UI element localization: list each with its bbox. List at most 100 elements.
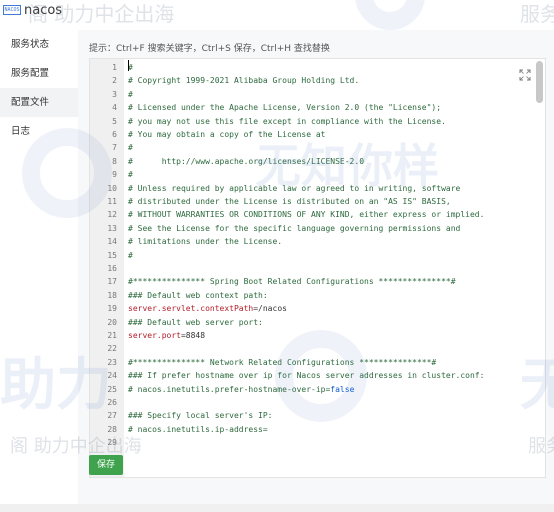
line-text: # nacos.inetutils.ip-address= xyxy=(128,424,268,434)
config-key: server.servlet.contextPath xyxy=(128,304,254,314)
line-number: 5 xyxy=(112,116,117,126)
sidebar-item-service-config[interactable]: 服务配置 xyxy=(0,59,78,88)
code-line: 26 xyxy=(90,396,510,409)
line-text: # See the License for the specific langu… xyxy=(128,223,461,233)
line-text: ### Specify local server's IP: xyxy=(128,411,273,421)
line-number: 9 xyxy=(112,170,117,180)
code-line: 5 # you may not use this file except in c… xyxy=(90,115,510,128)
code-line: 18 ### Default web context path: xyxy=(90,289,510,302)
scrollbar-thumb[interactable] xyxy=(536,61,543,103)
line-number: 17 xyxy=(107,277,117,287)
line-number: 3 xyxy=(112,89,117,99)
code-line: 24 ### If prefer hostname over ip for Nac… xyxy=(90,369,510,382)
code-line: 19 server.servlet.contextPath=/nacos xyxy=(90,302,510,315)
line-text: # xyxy=(128,250,133,260)
line-number: 2 xyxy=(112,76,117,86)
sidebar-item-config-file[interactable]: 配置文件 xyxy=(0,88,78,117)
line-code: ### If prefer hostname over ip for Nacos… xyxy=(128,369,484,382)
line-code: # xyxy=(128,141,133,154)
code-editor[interactable]: 1 #2 # Copyright 1999-2021 Alibaba Group H… xyxy=(89,58,546,478)
code-line: 14 # limitations under the License. xyxy=(90,235,510,248)
sidebar-item-service-status[interactable]: 服务状态 xyxy=(0,30,78,59)
line-code: # xyxy=(128,88,133,101)
line-number: 16 xyxy=(107,264,117,273)
line-text: ### Default web server port: xyxy=(128,317,263,327)
line-text: ### If prefer hostname over ip for Nacos… xyxy=(128,371,485,381)
line-code: ### Specify local server's IP: xyxy=(128,409,273,422)
line-number: 15 xyxy=(107,250,117,260)
line-number: 10 xyxy=(107,183,117,193)
code-line: 13 # See the License for the specific lan… xyxy=(90,222,510,235)
line-number: 6 xyxy=(112,130,117,139)
code-line: 25 # nacos.inetutils.prefer-hostname-over… xyxy=(90,383,510,396)
line-number: 12 xyxy=(107,210,117,220)
code-line: 4 # Licensed under the Apache License, Ve… xyxy=(90,101,510,114)
line-text: # limitations under the License. xyxy=(128,237,283,247)
save-button[interactable]: 保存 xyxy=(89,455,123,475)
code-line: 7 # xyxy=(90,141,510,154)
line-number: 23 xyxy=(107,357,117,367)
comment-text: # nacos.inetutils.prefer-hostname-over-i… xyxy=(128,384,331,394)
line-code: ### Default web server port: xyxy=(128,316,263,329)
line-number: 27 xyxy=(107,411,117,421)
sidebar: 服务状态 服务配置 配置文件 日志 xyxy=(0,30,78,512)
app-logo-text: nacos xyxy=(24,3,63,18)
line-code: server.port=8848 xyxy=(128,329,205,342)
line-text: # xyxy=(128,143,133,153)
code-line: 15 # xyxy=(90,249,510,262)
line-number: 14 xyxy=(107,237,117,247)
line-code: # WITHOUT WARRANTIES OR CONDITIONS OF AN… xyxy=(128,208,484,221)
line-code: # limitations under the License. xyxy=(128,235,282,248)
code-line: 2 # Copyright 1999-2021 Alibaba Group Hol… xyxy=(90,74,510,87)
line-text: # xyxy=(128,89,133,99)
code-line: 21 server.port=8848 xyxy=(90,329,510,342)
line-code: # Copyright 1999-2021 Alibaba Group Hold… xyxy=(128,74,359,87)
line-code: # http://www.apache.org/licenses/LICENSE… xyxy=(128,155,364,168)
editor-scrollbar[interactable] xyxy=(536,61,543,477)
code-line: 1 # xyxy=(90,61,510,74)
expand-icon[interactable] xyxy=(519,69,531,81)
editor-hint: 提示：Ctrl+F 搜索关键字，Ctrl+S 保存，Ctrl+H 查找替换 xyxy=(89,44,330,54)
line-text: # you may not use this file except in co… xyxy=(128,116,446,126)
code-line: 23 #*************** Network Related Confi… xyxy=(90,356,510,369)
sidebar-item-logs[interactable]: 日志 xyxy=(0,117,78,146)
config-value: =8848 xyxy=(180,331,206,340)
line-number: 21 xyxy=(107,331,117,340)
line-number: 28 xyxy=(107,424,117,434)
horizontal-scroll-track[interactable] xyxy=(0,504,554,512)
line-number: 13 xyxy=(107,223,117,233)
code-line: 22 xyxy=(90,342,510,355)
line-code: ### Default web context path: xyxy=(128,289,268,302)
line-code: # Licensed under the Apache License, Ver… xyxy=(128,101,441,114)
nacos-logo-icon: NACOS xyxy=(3,5,21,15)
line-text: #*************** Spring Boot Related Con… xyxy=(128,277,456,287)
line-code: # nacos.inetutils.ip-address= xyxy=(128,423,268,436)
text-cursor xyxy=(128,60,129,71)
line-text: # Copyright 1999-2021 Alibaba Group Hold… xyxy=(128,76,360,86)
line-code: #*************** Spring Boot Related Con… xyxy=(128,275,456,288)
line-text: # WITHOUT WARRANTIES OR CONDITIONS OF AN… xyxy=(128,210,485,220)
line-text: # Licensed under the Apache License, Ver… xyxy=(128,103,442,113)
line-text: # You may obtain a copy of the License a… xyxy=(128,130,326,139)
line-number: 26 xyxy=(107,398,117,407)
code-line: 8 # http://www.apache.org/licenses/LICENS… xyxy=(90,155,510,168)
line-text: # Unless required by applicable law or a… xyxy=(128,183,461,193)
line-number: 18 xyxy=(107,290,117,300)
code-line: 27 ### Specify local server's IP: xyxy=(90,409,510,422)
boolean-value: false xyxy=(330,384,355,394)
line-number: 1 xyxy=(112,63,117,72)
line-code: #*************** Network Related Configu… xyxy=(128,356,436,369)
line-text: # xyxy=(128,170,133,180)
code-line: 10 # Unless required by applicable law or… xyxy=(90,182,510,195)
line-number: 11 xyxy=(107,197,117,206)
line-code: server.servlet.contextPath=/nacos xyxy=(128,302,287,315)
code-line: 12 # WITHOUT WARRANTIES OR CONDITIONS OF … xyxy=(90,208,510,221)
line-number: 24 xyxy=(107,371,117,381)
line-number: 20 xyxy=(107,317,117,327)
code-line: 17 #*************** Spring Boot Related C… xyxy=(90,275,510,288)
code-line: 3 # xyxy=(90,88,510,101)
line-code: # You may obtain a copy of the License a… xyxy=(128,128,325,141)
code-line: 9 # xyxy=(90,168,510,181)
line-code: # distributed under the License is distr… xyxy=(128,195,451,208)
line-code: # you may not use this file except in co… xyxy=(128,115,446,128)
